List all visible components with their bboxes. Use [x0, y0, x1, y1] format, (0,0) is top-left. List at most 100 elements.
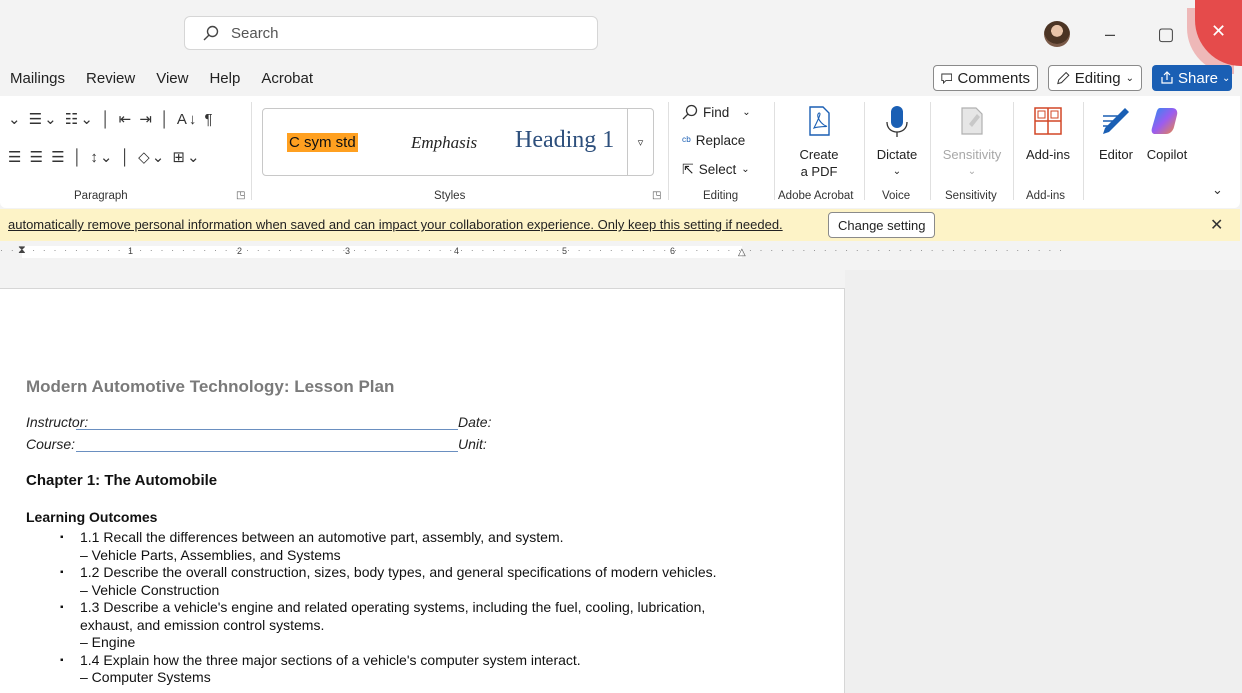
add-ins-label: Add-ins — [1025, 147, 1071, 162]
avatar[interactable] — [1044, 21, 1070, 47]
create-pdf-button[interactable]: Create a PDF — [797, 104, 841, 180]
close-button[interactable]: ✕ — [1195, 0, 1242, 66]
copilot-icon — [1151, 108, 1178, 134]
date-label: Date: — [458, 414, 492, 430]
list-subitem: – Engine — [80, 634, 136, 650]
replace-button[interactable]: ᶜᵇ Replace — [682, 133, 745, 148]
info-bar: automatically remove personal informatio… — [0, 209, 1240, 241]
ruler-number: 5 — [562, 246, 568, 256]
info-close-icon[interactable]: ✕ — [1210, 215, 1223, 235]
styles-more-button[interactable]: ▿ — [627, 109, 653, 175]
sensitivity-icon — [961, 107, 983, 135]
sensitivity-button[interactable]: Sensitivity ⌄ — [938, 104, 1006, 180]
editing-group-label: Editing — [703, 190, 739, 202]
list-item: 1.3 Describe a vehicle's engine and rela… — [60, 599, 740, 634]
ribbon-collapse-icon[interactable]: ⌄ — [1212, 182, 1223, 198]
copilot-label: Copilot — [1146, 147, 1188, 162]
chevron-down-icon: ▿ — [637, 136, 644, 149]
chevron-down-icon: ⌄ — [1222, 72, 1231, 84]
editing-mode-button[interactable]: Editing ⌄ — [1048, 65, 1142, 91]
chevron-down-icon: ⌄ — [967, 166, 977, 177]
ruler-number: 3 — [345, 246, 351, 256]
find-button[interactable]: Find ⌄ — [682, 104, 751, 120]
paragraph-group-label: Paragraph — [74, 190, 128, 202]
styles-gallery: C sym std Emphasis Heading 1 ▿ — [262, 108, 654, 176]
editor-button[interactable]: Editor — [1094, 104, 1138, 163]
comments-button[interactable]: Comments — [933, 65, 1038, 91]
search-placeholder: Search — [231, 24, 279, 42]
dictate-button[interactable]: Dictate ⌄ — [874, 104, 920, 180]
document-canvas-background — [845, 270, 1242, 693]
list-item: 1.4 Explain how the three major sections… — [60, 652, 740, 670]
copilot-button[interactable]: Copilot — [1142, 104, 1192, 163]
share-button[interactable]: Share ⌄ — [1152, 65, 1232, 91]
ruler-number: 1 — [128, 246, 134, 256]
list-subitem: – Vehicle Parts, Assemblies, and Systems — [80, 546, 341, 563]
list-item: 1.1 Recall the differences between an au… — [60, 529, 740, 547]
style-c-sym-std[interactable]: C sym std — [287, 133, 358, 152]
select-button[interactable]: ⇱ Select ⌄ — [682, 161, 750, 178]
style-emphasis[interactable]: Emphasis — [411, 133, 477, 153]
learning-outcomes-heading: Learning Outcomes — [26, 509, 158, 525]
document-title: Modern Automotive Technology: Lesson Pla… — [26, 377, 395, 396]
list-item: 1.2 Describe the overall construction, s… — [60, 564, 740, 582]
search-icon — [203, 25, 219, 41]
tab-acrobat[interactable]: Acrobat — [261, 70, 313, 87]
course-label: Course: — [26, 436, 76, 452]
pencil-icon — [1057, 71, 1070, 84]
info-message-link[interactable]: automatically remove personal informatio… — [8, 217, 783, 232]
add-ins-icon — [1034, 107, 1062, 135]
chevron-down-icon: ⌄ — [892, 166, 902, 177]
maximize-button[interactable]: ▢ — [1146, 14, 1186, 54]
right-indent-marker-icon[interactable]: △ — [738, 247, 746, 258]
comments-label: Comments — [957, 69, 1030, 87]
replace-label: Replace — [695, 133, 746, 148]
title-bar: Search – ▢ ✕ — [0, 0, 1242, 66]
editor-pen-icon — [1103, 108, 1129, 134]
paragraph-dialog-launcher-icon[interactable]: ◳ — [236, 190, 245, 201]
add-ins-group-label: Add-ins — [1026, 190, 1065, 202]
ribbon: ⌄ ☰⌄ ☷⌄ │ ⇤ ⇥ │ A↓ ¶ ☰ ☰ ☰ │ ↕⌄ │ ◇⌄ ⊞⌄ … — [0, 96, 1240, 208]
horizontal-ruler[interactable]: · · · · · · · · · · · · · · · · · · · · … — [0, 244, 1062, 260]
editor-label: Editor — [1099, 147, 1133, 162]
list-format-tools[interactable]: ⌄ ☰⌄ ☷⌄ │ ⇤ ⇥ │ A↓ ¶ — [8, 110, 215, 128]
tab-mailings[interactable]: Mailings — [10, 70, 65, 87]
instructor-underline — [76, 429, 458, 430]
adobe-group-label: Adobe Acrobat — [778, 190, 854, 202]
search-box[interactable]: Search — [184, 16, 598, 50]
select-label: Select — [698, 162, 737, 177]
close-icon: ✕ — [1210, 20, 1227, 41]
indent-marker-icon[interactable]: ⧗ — [18, 244, 26, 257]
tab-help[interactable]: Help — [209, 70, 240, 87]
sensitivity-label: Sensitivity — [942, 147, 1002, 162]
tab-view[interactable]: View — [156, 70, 188, 87]
document-page[interactable]: Modern Automotive Technology: Lesson Pla… — [0, 288, 845, 693]
chevron-down-icon: ⌄ — [742, 106, 751, 118]
styles-group-label: Styles — [434, 190, 466, 202]
voice-group-label: Voice — [882, 190, 911, 202]
alignment-tools[interactable]: ☰ ☰ ☰ │ ↕⌄ │ ◇⌄ ⊞⌄ — [8, 148, 202, 166]
ruler-ticks: · · · · · · · · · · · · · · · · · · · · … — [0, 245, 1065, 255]
minimize-button[interactable]: – — [1090, 14, 1130, 54]
add-ins-button[interactable]: Add-ins — [1022, 104, 1074, 163]
styles-dialog-launcher-icon[interactable]: ◳ — [652, 190, 661, 201]
menu-tabs: Mailings Review View Help Acrobat — [10, 70, 313, 87]
change-setting-button[interactable]: Change setting — [828, 212, 936, 238]
minimize-icon: – — [1104, 23, 1115, 44]
list-subitem: – Computer Systems — [80, 669, 211, 685]
instructor-label: Instructor: — [26, 414, 89, 430]
style-heading-1[interactable]: Heading 1 — [515, 127, 614, 154]
share-label: Share — [1178, 69, 1219, 87]
create-pdf-label-1: Create — [799, 147, 839, 162]
chapter-heading: Chapter 1: The Automobile — [26, 472, 218, 489]
create-pdf-label-2: a PDF — [800, 164, 838, 179]
search-icon — [682, 104, 698, 120]
tab-review[interactable]: Review — [86, 70, 135, 87]
share-icon — [1161, 71, 1173, 84]
replace-icon: ᶜᵇ — [682, 133, 691, 148]
course-underline — [76, 451, 458, 452]
maximize-icon: ▢ — [1157, 23, 1175, 44]
cursor-icon: ⇱ — [682, 161, 694, 177]
sensitivity-group-label: Sensitivity — [945, 190, 997, 202]
comment-icon — [941, 73, 953, 84]
